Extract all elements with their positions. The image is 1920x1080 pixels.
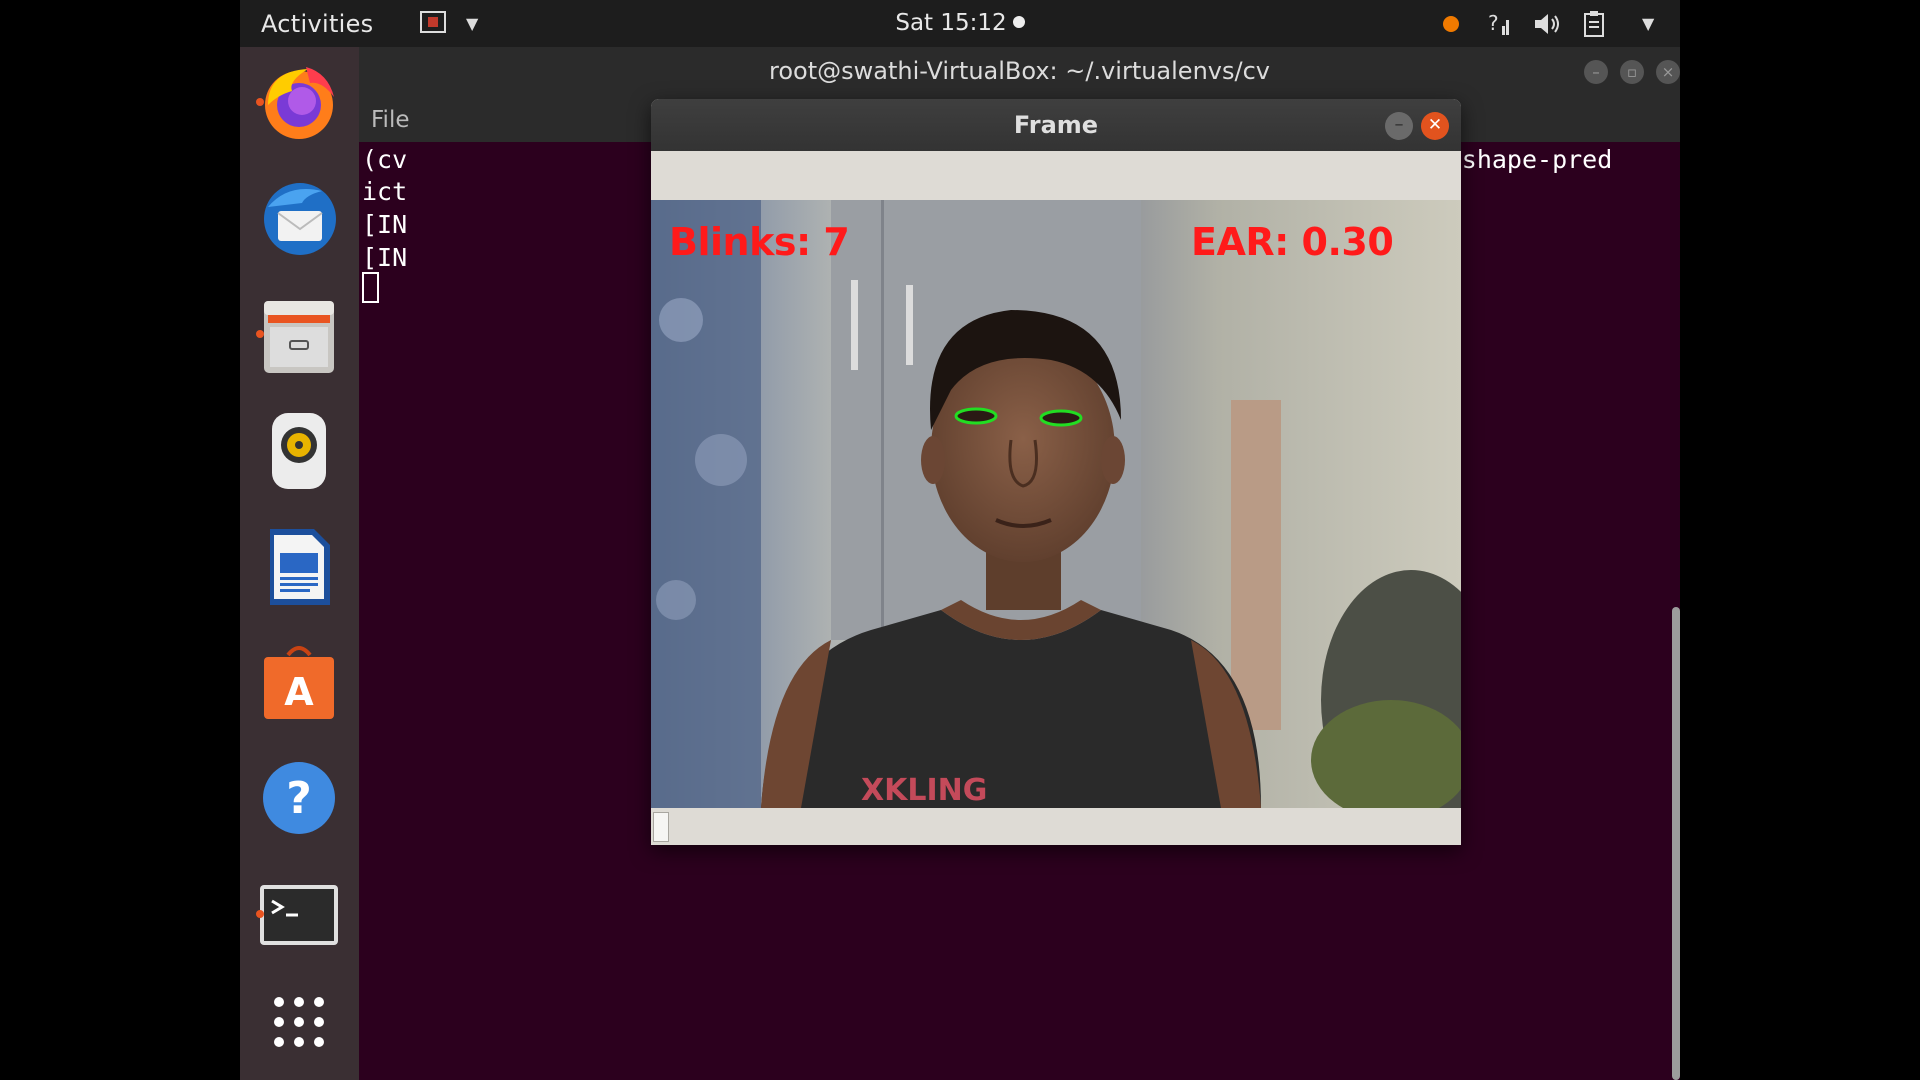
left-eye-contour: [954, 407, 998, 425]
status-field[interactable]: [653, 812, 669, 842]
thunderbird-icon: [264, 183, 336, 255]
terminal-icon: [260, 885, 338, 945]
terminal-scrollbar[interactable]: [1672, 607, 1680, 1080]
terminal-cursor: [362, 272, 379, 303]
right-eye-contour: [1039, 409, 1083, 427]
libreoffice-writer-icon: [270, 529, 330, 605]
frame-toolbar: [651, 151, 1461, 201]
dock-item-libreoffice-writer[interactable]: [252, 519, 346, 613]
show-applications-grid-icon: [274, 997, 324, 1047]
firefox-icon: [265, 67, 334, 139]
running-indicator: [256, 98, 264, 106]
terminal-line: ict: [362, 177, 408, 206]
terminal-title: root@swathi-VirtualBox: ~/.virtualenvs/c…: [769, 57, 1270, 85]
dock-item-files[interactable]: [252, 287, 346, 381]
running-indicator: [256, 330, 264, 338]
webcam-image: XKLING: [651, 200, 1461, 808]
dock: A ?: [240, 47, 359, 1080]
svg-text:?: ?: [1488, 11, 1499, 35]
ubuntu-software-icon: A: [264, 646, 334, 719]
network-question-icon[interactable]: ?: [1484, 10, 1510, 38]
terminal-line: (cv: [362, 145, 408, 174]
files-icon: [264, 301, 334, 373]
close-icon[interactable]: ✕: [1421, 112, 1449, 140]
maximize-icon[interactable]: ▫: [1620, 60, 1644, 84]
close-icon[interactable]: ×: [1656, 60, 1680, 84]
dock-item-ubuntu-software[interactable]: A: [252, 635, 346, 729]
dock-item-rhythmbox[interactable]: [252, 403, 346, 497]
notification-dot-icon[interactable]: [1443, 16, 1459, 32]
system-menu-chevron-icon[interactable]: ▼: [1642, 14, 1654, 42]
help-icon: ?: [263, 762, 335, 834]
frame-statusbar: [651, 808, 1461, 845]
menu-file[interactable]: File: [371, 107, 410, 133]
clock[interactable]: Sat 15:12: [240, 10, 1680, 36]
frame-title: Frame: [1013, 111, 1099, 139]
frame-window[interactable]: Frame – ✕ XKLING Blinks: 7 EAR: 0.30: [651, 99, 1461, 845]
rhythmbox-icon: [272, 413, 326, 489]
clipboard-icon[interactable]: [1582, 10, 1608, 38]
volume-icon[interactable]: [1533, 10, 1563, 38]
svg-text:A: A: [284, 670, 314, 714]
dock-item-thunderbird[interactable]: [252, 171, 346, 265]
dock-item-help[interactable]: ?: [252, 751, 346, 845]
terminal-line: [IN: [362, 210, 408, 239]
top-bar: Activities ▼ Sat 15:12 ? ▼: [240, 0, 1680, 47]
clock-text: Sat 15:12: [895, 10, 1007, 36]
webcam-frame: XKLING Blinks: 7 EAR: 0.30: [651, 200, 1461, 808]
ear-label: EAR: 0.30: [1191, 220, 1394, 264]
frame-titlebar[interactable]: Frame – ✕: [651, 99, 1461, 151]
svg-text:?: ?: [286, 773, 312, 824]
blinks-label: Blinks: 7: [669, 220, 850, 264]
desktop-screen: Activities ▼ Sat 15:12 ? ▼ A ? root@swat…: [240, 0, 1680, 1080]
dock-item-terminal[interactable]: [252, 867, 346, 961]
minimize-icon[interactable]: –: [1385, 112, 1413, 140]
minimize-icon[interactable]: –: [1584, 60, 1608, 84]
terminal-line: [IN: [362, 243, 408, 272]
svg-text:XKLING: XKLING: [861, 773, 987, 808]
dock-item-show-applications[interactable]: [252, 975, 346, 1069]
notification-dot-icon: [1012, 16, 1025, 28]
running-indicator: [256, 910, 264, 918]
dock-item-firefox[interactable]: [252, 55, 346, 149]
terminal-titlebar[interactable]: root@swathi-VirtualBox: ~/.virtualenvs/c…: [359, 47, 1680, 95]
